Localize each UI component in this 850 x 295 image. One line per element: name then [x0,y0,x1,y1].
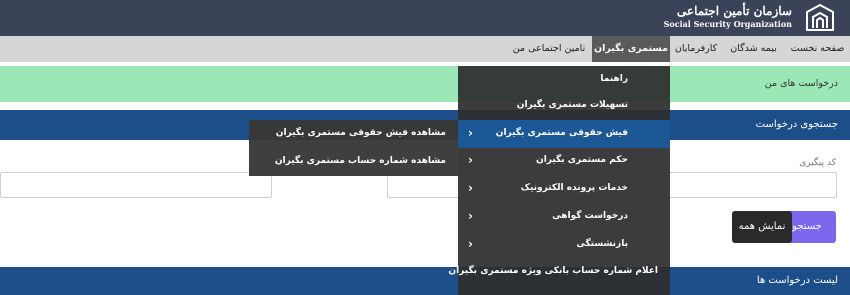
org-name-fa: سازمان تأمین اجتماعی [676,4,792,18]
menu-item-pensioner-facilities[interactable]: تسهیلات مستمری بگیران [458,92,670,120]
menu-item-bank-account-announcement[interactable]: اعلام شماره حساب بانکی ویژه مستمری بگیرا… [448,258,670,286]
org-emblem-icon[interactable] [804,3,836,33]
submenu-item-view-payslip[interactable]: مشاهده فیش حقوقی مستمری بگیران [249,120,458,148]
request-list-title: لیست درخواست ها [756,275,838,286]
site-header: سازمان تأمین اجتماعی Social Security Org… [0,0,850,36]
my-requests-label: درخواست های من [764,78,838,89]
chevron-icon: › [468,181,473,195]
menu-item-pension-ruling[interactable]: › حکم مستمری بگیران [458,147,670,175]
menu-item-guide[interactable]: راهنما [458,66,670,94]
tracking-code-label: کد پیگیری [799,158,836,168]
menu-item-payslip[interactable]: › فیش حقوقی مستمری بگیران [458,120,670,148]
nav-home[interactable]: صفحه نخست [785,36,850,62]
chevron-icon: › [468,153,473,167]
nav-pensioners[interactable]: مستمری بگیران [592,36,670,62]
chevron-icon: › [468,209,473,223]
menu-item-electronic-file-services[interactable]: › خدمات پرونده الکترونیک [458,175,670,203]
chevron-icon: › [468,126,473,140]
nav-my-social-security[interactable]: تامین اجتماعی من [506,36,592,62]
chevron-icon: › [468,237,473,251]
main-navbar: صفحه نخست بیمه شدگان کارفرمایان مستمری ب… [0,36,850,62]
org-logo-text[interactable]: سازمان تأمین اجتماعی Social Security Org… [664,5,792,30]
payslip-submenu: مشاهده فیش حقوقی مستمری بگیران مشاهده شم… [249,120,458,176]
menu-item-retirement[interactable]: › بازنشستگی [458,231,670,259]
secondary-search-input[interactable] [0,172,272,198]
submenu-item-view-account-number[interactable]: مشاهده شماره حساب مستمری بگیران [249,148,458,176]
search-request-title: جستجوی درخواست [755,119,838,130]
org-name-en: Social Security Organization [663,19,792,29]
show-all-button[interactable]: نمایش همه [732,211,792,243]
nav-employers[interactable]: کارفرمایان [670,36,722,62]
pensioners-dropdown-menu: راهنما تسهیلات مستمری بگیران › فیش حقوقی… [448,66,670,295]
request-list-header: لیست درخواست ها [0,267,850,295]
nav-insured[interactable]: بیمه شدگان [722,36,785,62]
my-requests-bar: درخواست های من [0,66,850,102]
menu-item-certificate-request[interactable]: › درخواست گواهی [458,203,670,231]
